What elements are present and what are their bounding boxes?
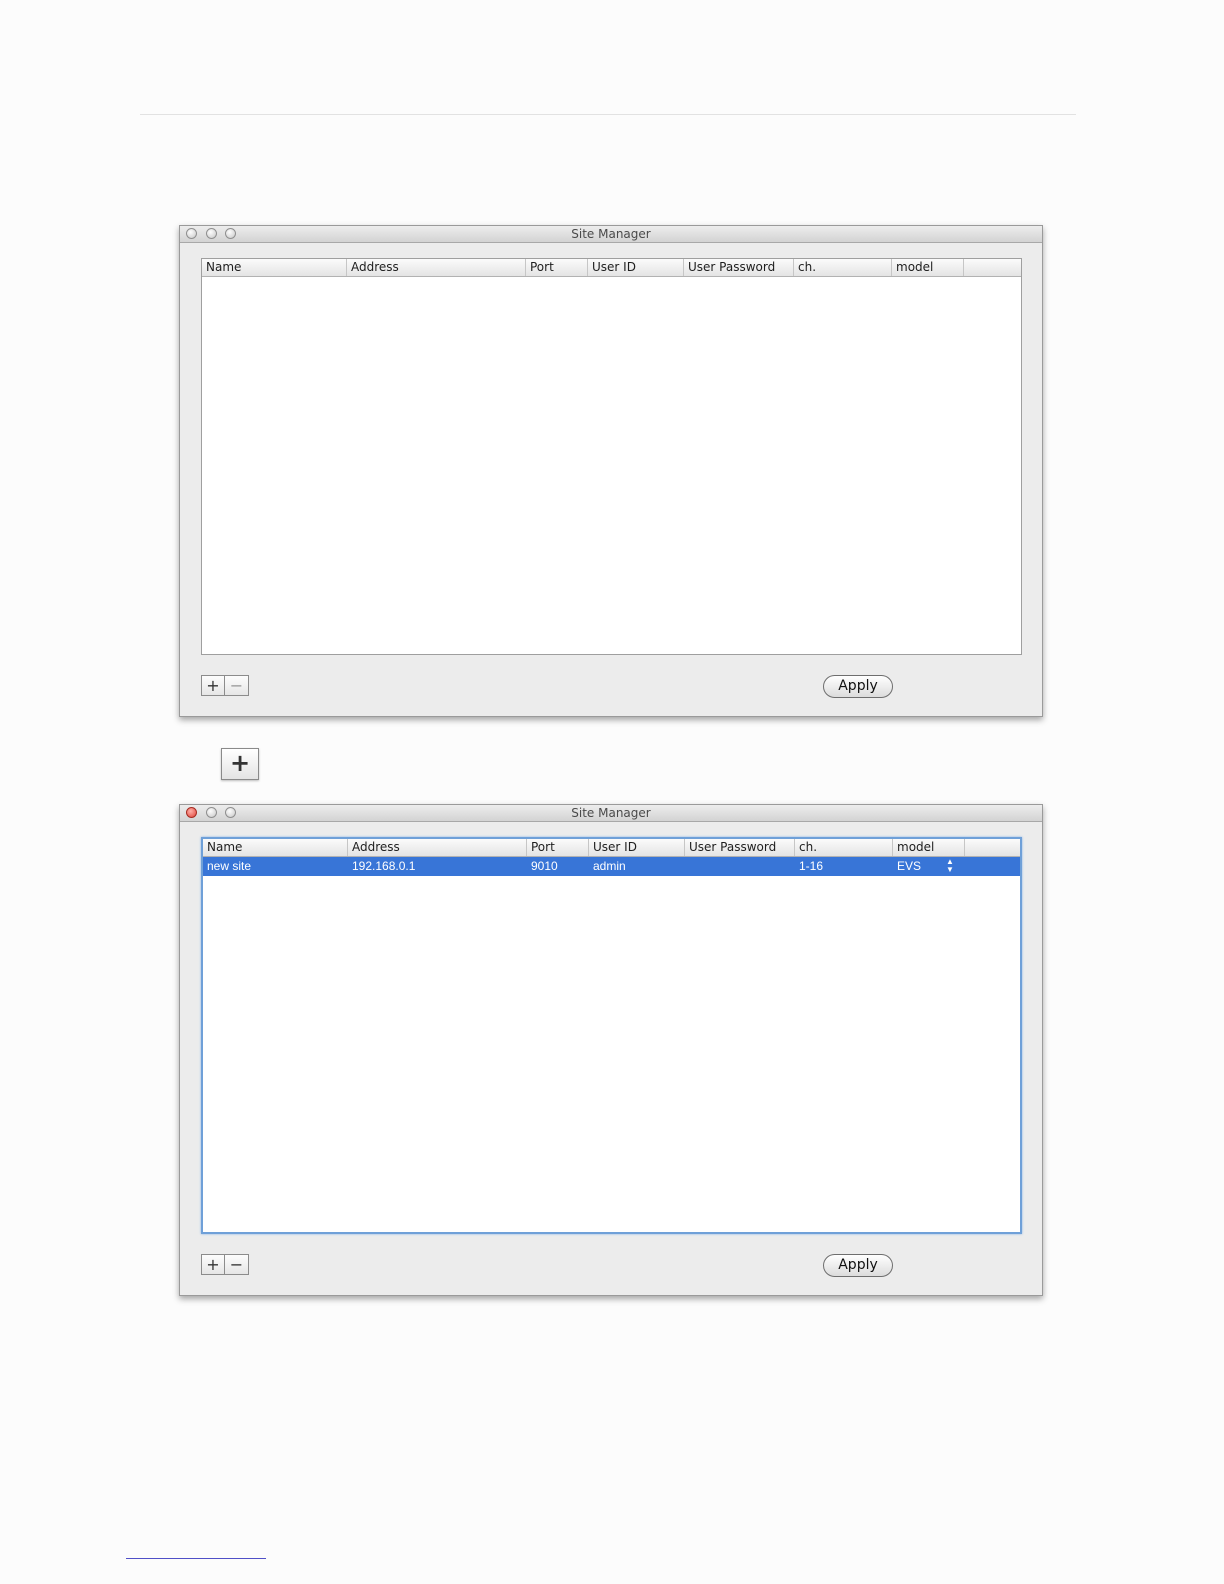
add-site-button[interactable]: + <box>201 675 225 696</box>
model-select-value[interactable]: EVS <box>897 859 921 873</box>
cell-user-password[interactable] <box>685 857 795 876</box>
footnote-rule <box>126 1558 266 1559</box>
title-bar[interactable]: Site Manager <box>180 805 1042 822</box>
remove-site-button[interactable]: − <box>225 675 249 696</box>
column-header-user-id[interactable]: User ID <box>589 839 685 856</box>
apply-button[interactable]: Apply <box>823 1254 893 1277</box>
window-title: Site Manager <box>571 227 651 241</box>
cell-name[interactable]: new site <box>203 857 348 876</box>
apply-button[interactable]: Apply <box>823 675 893 698</box>
table-header: Name Address Port User ID User Password … <box>203 839 1020 857</box>
site-manager-window-empty: Site Manager Name Address Port User ID U… <box>179 225 1043 717</box>
table-header: Name Address Port User ID User Password … <box>202 259 1021 277</box>
column-header-user-password[interactable]: User Password <box>685 839 795 856</box>
sites-table[interactable]: Name Address Port User ID User Password … <box>201 258 1022 655</box>
add-remove-buttons: + − <box>201 675 250 696</box>
updown-arrows-icon[interactable]: ▲ ▼ <box>946 858 954 874</box>
column-header-port[interactable]: Port <box>527 839 589 856</box>
cell-user-id[interactable]: admin <box>589 857 685 876</box>
column-header-port[interactable]: Port <box>526 259 588 276</box>
page-top-rule <box>140 114 1076 115</box>
column-header-address[interactable]: Address <box>348 839 527 856</box>
column-header-model[interactable]: model <box>892 259 964 276</box>
add-site-button[interactable]: + <box>201 1254 225 1275</box>
column-header-name[interactable]: Name <box>203 839 348 856</box>
title-bar[interactable]: Site Manager <box>180 226 1042 243</box>
add-remove-buttons: + − <box>201 1254 250 1275</box>
column-header-user-id[interactable]: User ID <box>588 259 684 276</box>
window-title: Site Manager <box>571 806 651 820</box>
column-header-name[interactable]: Name <box>202 259 347 276</box>
table-row[interactable]: new site 192.168.0.1 9010 admin 1-16 EVS… <box>203 857 1020 876</box>
cell-ch[interactable]: 1-16 <box>795 857 893 876</box>
column-header-ch[interactable]: ch. <box>795 839 893 856</box>
column-header-model[interactable]: model <box>893 839 965 856</box>
column-header-ch[interactable]: ch. <box>794 259 892 276</box>
cell-model[interactable]: EVS ▲ ▼ <box>893 857 965 876</box>
cell-port[interactable]: 9010 <box>527 857 589 876</box>
sites-table[interactable]: Name Address Port User ID User Password … <box>201 837 1022 1234</box>
add-button-illustration: + <box>221 748 259 780</box>
column-header-address[interactable]: Address <box>347 259 526 276</box>
column-header-user-password[interactable]: User Password <box>684 259 794 276</box>
cell-address[interactable]: 192.168.0.1 <box>348 857 527 876</box>
remove-site-button[interactable]: − <box>225 1254 249 1275</box>
site-manager-window-new-site: Site Manager Name Address Port User ID U… <box>179 804 1043 1296</box>
